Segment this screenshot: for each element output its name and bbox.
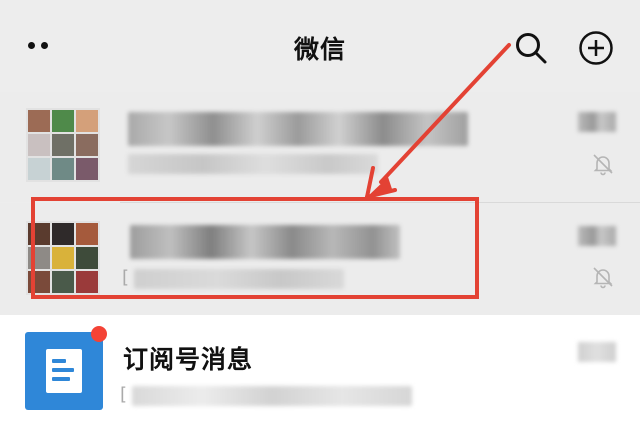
annotation-arrow: [365, 43, 511, 199]
